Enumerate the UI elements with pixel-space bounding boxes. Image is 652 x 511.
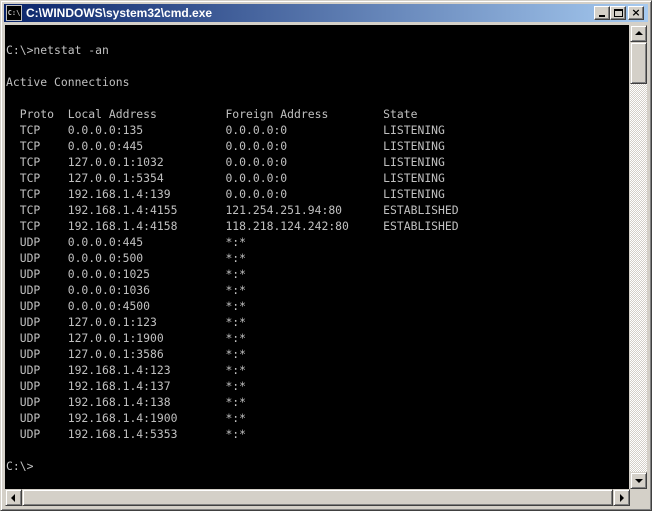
scroll-right-arrow-icon [620,494,624,502]
scroll-up-button[interactable] [630,25,647,42]
console-line: UDP 192.168.1.4:5353 *:* [6,427,247,441]
minimize-button[interactable] [594,6,610,20]
cmd-app-icon[interactable]: C:\ [6,5,22,21]
scroll-up-arrow-icon [635,31,643,35]
maximize-button[interactable] [610,6,626,20]
scroll-left-arrow-icon [11,494,15,502]
maximize-icon [614,9,623,17]
console-line: UDP 192.168.1.4:138 *:* [6,395,247,409]
console-line: UDP 192.168.1.4:123 *:* [6,363,247,377]
console-text: C:\>netstat -an Active Connections Proto… [6,42,459,474]
console-line: TCP 0.0.0.0:135 0.0.0.0:0 LISTENING [6,123,445,137]
console-line: UDP 127.0.0.1:3586 *:* [6,347,247,361]
console-line: TCP 0.0.0.0:445 0.0.0.0:0 LISTENING [6,139,445,153]
console-line: Proto Local Address Foreign Address Stat… [6,107,418,121]
scroll-down-button[interactable] [630,472,647,489]
console-line: UDP 0.0.0.0:500 *:* [6,251,247,265]
title-bar[interactable]: C:\ C:\WINDOWS\system32\cmd.exe × [4,4,648,22]
horizontal-scroll-thumb[interactable] [22,489,613,506]
console-line: C:\> [6,459,34,473]
console-output-area[interactable]: C:\>netstat -an Active Connections Proto… [5,25,629,489]
console-line: UDP 192.168.1.4:137 *:* [6,379,247,393]
console-line: UDP 0.0.0.0:1036 *:* [6,283,247,297]
console-line: C:\>netstat -an [6,43,109,57]
console-line: UDP 0.0.0.0:1025 *:* [6,267,247,281]
vertical-scrollbar[interactable] [630,25,647,489]
close-button[interactable]: × [628,6,644,20]
console-line: UDP 127.0.0.1:1900 *:* [6,331,247,345]
console-line: TCP 192.168.1.4:139 0.0.0.0:0 LISTENING [6,187,445,201]
vertical-scroll-thumb[interactable] [630,42,647,84]
console-line: TCP 192.168.1.4:4155 121.254.251.94:80 E… [6,203,459,217]
cmd-window: C:\ C:\WINDOWS\system32\cmd.exe × C:\>ne… [0,0,652,511]
window-title: C:\WINDOWS\system32\cmd.exe [26,6,213,20]
console-line: UDP 0.0.0.0:4500 *:* [6,299,247,313]
scroll-right-button[interactable] [613,489,630,506]
close-icon: × [631,6,641,19]
scrollbar-corner [630,489,647,506]
console-line: Active Connections [6,75,130,89]
minimize-icon [599,15,605,17]
console-line: UDP 192.168.1.4:1900 *:* [6,411,247,425]
console-line: TCP 127.0.0.1:1032 0.0.0.0:0 LISTENING [6,155,445,169]
console-line: UDP 0.0.0.0:445 *:* [6,235,247,249]
scroll-left-button[interactable] [5,489,22,506]
scroll-down-arrow-icon [635,479,643,483]
horizontal-scrollbar[interactable] [5,489,630,506]
console-line: UDP 127.0.0.1:123 *:* [6,315,247,329]
console-line: TCP 127.0.0.1:5354 0.0.0.0:0 LISTENING [6,171,445,185]
console-line: TCP 192.168.1.4:4158 118.218.124.242:80 … [6,219,459,233]
